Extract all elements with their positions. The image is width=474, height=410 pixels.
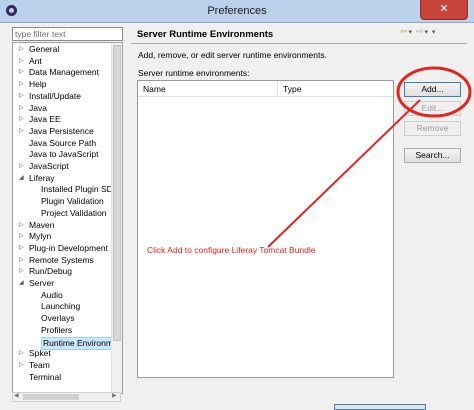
edit-button[interactable]: Edit... [404, 101, 461, 116]
expanded-twisty-icon[interactable]: ◢ [19, 278, 24, 289]
tree-item-label: Mylyn [29, 231, 52, 242]
forward-dropdown-icon[interactable]: ▾ [424, 28, 428, 36]
tree-item-label: Data Management [29, 67, 99, 78]
back-dropdown-icon[interactable]: ▾ [409, 28, 413, 36]
tree-hscroll-thumb[interactable] [23, 394, 79, 400]
remove-button[interactable]: Remove [404, 121, 461, 136]
collapsed-twisty-icon[interactable]: ▷ [19, 266, 24, 277]
tree-scroll-thumb[interactable] [113, 45, 121, 341]
tree-item-label: Plug-in Development [29, 242, 108, 253]
column-header-type[interactable]: Type [278, 81, 393, 97]
tree-item-label: Run/Debug [29, 266, 73, 277]
collapsed-twisty-icon[interactable]: ▷ [19, 79, 24, 90]
dialog-button-edge[interactable] [334, 404, 426, 410]
tree-item-label: Install/Update [29, 90, 81, 101]
page-title: Server Runtime Environments [137, 29, 274, 40]
tree-item-label: Java Persistence [29, 125, 94, 136]
collapsed-twisty-icon[interactable]: ▷ [19, 114, 24, 125]
forward-arrow-icon[interactable]: ⇨ [416, 27, 424, 37]
collapsed-twisty-icon[interactable]: ▷ [19, 161, 24, 172]
tree-item-label: Server [29, 278, 55, 288]
tree-item-label: Overlays [41, 313, 75, 324]
scroll-right-icon[interactable]: ▶ [112, 392, 117, 399]
collapsed-twisty-icon[interactable]: ▷ [19, 220, 24, 231]
window-title: Preferences [207, 5, 267, 17]
tree-item-label: Launching [41, 301, 81, 312]
preferences-tree: ▷ General ▷ Ant ▷ Data Management ▷ Help ▷ Instal… [12, 42, 123, 394]
collapsed-twisty-icon[interactable]: ▷ [19, 243, 24, 254]
collapsed-twisty-icon[interactable]: ▷ [19, 231, 24, 242]
search-button[interactable]: Search... [404, 148, 461, 163]
tree-item-label: Installed Plugin SDK [41, 184, 119, 195]
collapsed-twisty-icon[interactable]: ▷ [19, 360, 24, 371]
collapsed-twisty-icon[interactable]: ▷ [19, 91, 24, 102]
collapsed-twisty-icon[interactable]: ▷ [19, 255, 24, 266]
collapsed-twisty-icon[interactable]: ▷ [19, 348, 24, 359]
tree-item-label: General [29, 44, 60, 54]
tree-item-label: Maven [29, 219, 55, 230]
view-menu-icon[interactable]: ▾ [432, 28, 436, 36]
tree-item-label: Project Validation [41, 207, 107, 218]
collapsed-twisty-icon[interactable]: ▷ [19, 67, 24, 78]
tree-item-label: Ant [29, 55, 42, 66]
tree-item-label: Java Source Path [29, 137, 97, 148]
back-arrow-icon[interactable]: ⇦ [400, 27, 408, 37]
tree-item-label: Java [29, 102, 47, 113]
runtime-environments-table[interactable]: Name Type [137, 80, 394, 378]
tree-item-label: Java EE [29, 114, 61, 125]
tree-horizontal-scrollbar[interactable]: ◀ ▶ [12, 392, 121, 402]
tree-vertical-scrollbar[interactable] [111, 43, 122, 393]
column-header-name[interactable]: Name [138, 81, 278, 97]
tree-item-label: Profilers [41, 324, 73, 335]
tree-item-label: Team [29, 359, 50, 370]
tree-item-label: JavaScript [29, 161, 69, 171]
title-bar: Preferences ✕ [0, 0, 474, 23]
collapsed-twisty-icon[interactable]: ▷ [19, 126, 24, 137]
annotation-text: Click Add to configure Liferay Tomcat Bu… [147, 245, 316, 255]
scroll-left-icon[interactable]: ◀ [14, 392, 19, 399]
close-button[interactable]: ✕ [420, 0, 468, 20]
tree-item-label: Terminal [29, 371, 62, 382]
tree-item-label: Liferay [29, 172, 55, 183]
header-divider [131, 43, 467, 44]
tree-item-label: Runtime Environme [41, 336, 120, 350]
page-description: Add, remove, or edit server runtime envi… [138, 50, 327, 60]
add-button[interactable]: Add... [404, 82, 461, 97]
collapsed-twisty-icon[interactable]: ▷ [19, 103, 24, 114]
tree-item-label: Spket [29, 348, 51, 359]
filter-input[interactable] [12, 27, 123, 41]
tree-item-label: Java to JavaScript [29, 149, 99, 160]
page-navigation: ⇦▾ ⇨▾ ▾ [400, 27, 436, 37]
tree-item-label: Plugin Validation [41, 196, 104, 207]
collapsed-twisty-icon[interactable]: ▷ [19, 44, 24, 55]
tree-item-label: Remote Systems [29, 254, 94, 265]
expanded-twisty-icon[interactable]: ◢ [19, 173, 24, 184]
tree-item-label: Help [29, 79, 47, 90]
collapsed-twisty-icon[interactable]: ▷ [19, 56, 24, 67]
tree-item-label: Audio [41, 289, 63, 300]
environments-label: Server runtime environments: [138, 68, 250, 78]
